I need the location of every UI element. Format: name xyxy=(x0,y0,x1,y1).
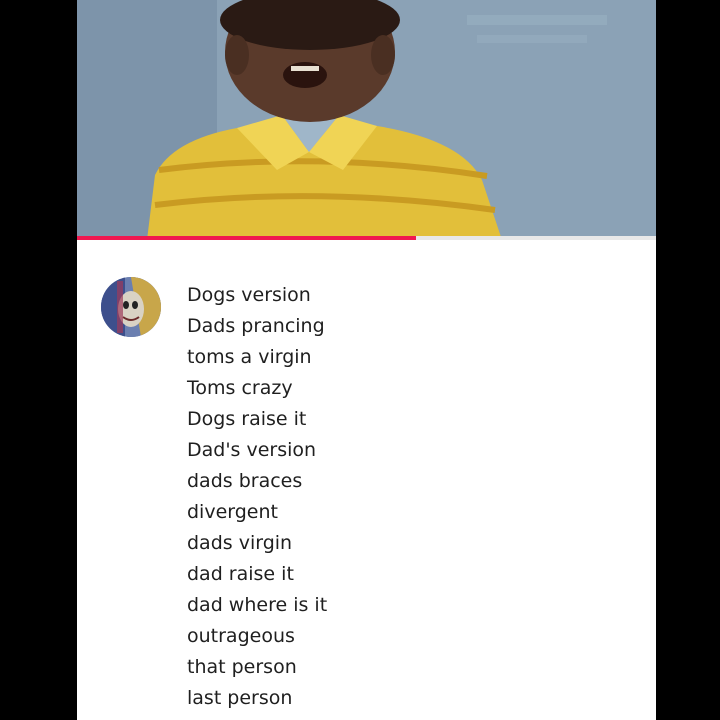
profile-avatar-icon[interactable] xyxy=(101,277,161,337)
phone-screen: Dogs version Dads prancing toms a virgin… xyxy=(77,0,656,720)
comment-line: last person xyxy=(187,687,293,709)
comment-line: that person xyxy=(187,656,297,678)
comment-line: Dogs version xyxy=(187,284,311,306)
comment-line: Dogs raise it xyxy=(187,408,307,430)
comment-line: Toms crazy xyxy=(187,377,293,399)
comment-line: outrageous xyxy=(187,625,295,647)
video-frame-image xyxy=(77,0,656,240)
comment-line: dad where is it xyxy=(187,594,328,616)
comment-line: Dads prancing xyxy=(187,315,325,337)
comment-line: dads virgin xyxy=(187,532,293,554)
comment-card: Dogs version Dads prancing toms a virgin… xyxy=(77,240,656,720)
comment-line: dad raise it xyxy=(187,563,294,585)
video-player[interactable] xyxy=(77,0,656,240)
comment-text: Dogs version Dads prancing toms a virgin… xyxy=(187,280,327,714)
comment-line: dads braces xyxy=(187,470,303,492)
video-frame: Dogs version Dads prancing toms a virgin… xyxy=(0,0,720,720)
comment-line: divergent xyxy=(187,501,278,523)
comment-line: toms a virgin xyxy=(187,346,312,368)
comment-line: Dad's version xyxy=(187,439,317,461)
